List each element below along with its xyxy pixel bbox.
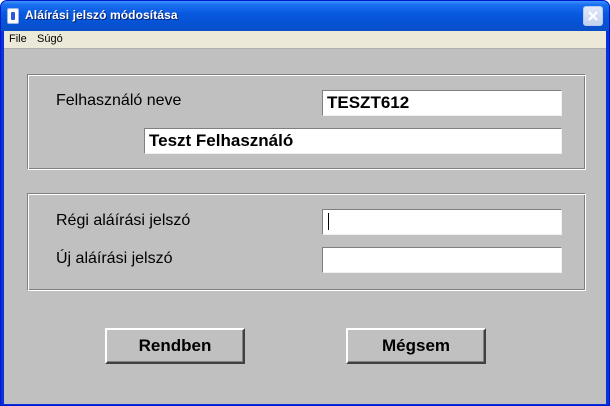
cancel-button[interactable]: Mégsem	[346, 328, 486, 364]
password-group: Régi aláírási jelszó Új aláírási jelszó	[27, 193, 586, 291]
old-password-label: Régi aláírási jelszó	[56, 212, 191, 229]
menu-file[interactable]: File	[9, 33, 27, 45]
old-password-field[interactable]	[322, 209, 562, 235]
close-button[interactable]	[583, 6, 603, 26]
dialog-window: Aláírási jelszó módosítása File Súgó Fel…	[0, 0, 610, 406]
new-password-field[interactable]	[322, 247, 562, 273]
ok-button[interactable]: Rendben	[105, 328, 245, 364]
menu-bar: File Súgó	[4, 31, 606, 49]
text-caret	[328, 213, 329, 230]
user-group: Felhasználó neve TESZT612 Teszt Felhaszn…	[27, 74, 586, 170]
username-label: Felhasználó neve	[56, 92, 182, 109]
window-title: Aláírási jelszó módosítása	[25, 8, 178, 22]
fullname-field[interactable]: Teszt Felhasználó	[144, 128, 562, 154]
app-icon	[7, 8, 19, 24]
title-bar[interactable]: Aláírási jelszó módosítása	[1, 1, 609, 31]
new-password-label: Új aláírási jelszó	[56, 250, 173, 267]
client-area: File Súgó Felhasználó neve TESZT612 Tesz…	[4, 31, 606, 404]
close-icon	[588, 11, 598, 21]
username-field[interactable]: TESZT612	[322, 90, 562, 116]
menu-help[interactable]: Súgó	[37, 33, 63, 45]
